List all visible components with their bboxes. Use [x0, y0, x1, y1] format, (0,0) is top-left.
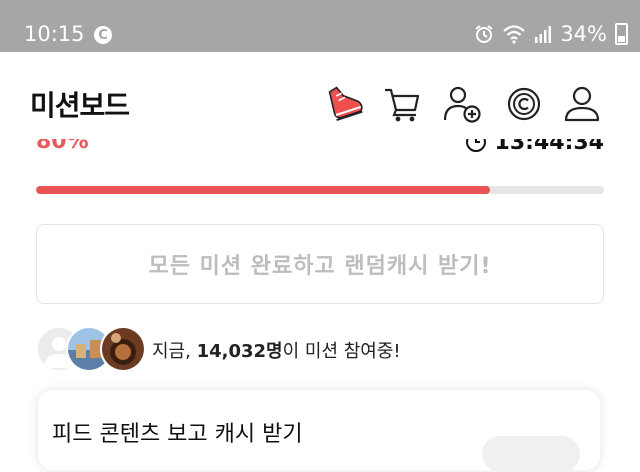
add-friend-icon[interactable]: [440, 82, 484, 126]
status-time: 10:15: [24, 22, 85, 46]
mission-card[interactable]: 피드 콘텐츠 보고 캐시 받기: [38, 390, 600, 472]
sneaker-icon[interactable]: [322, 82, 366, 126]
profile-icon[interactable]: [560, 82, 604, 126]
complete-all-missions-banner[interactable]: 모든 미션 완료하고 랜덤캐시 받기!: [36, 224, 604, 304]
signal-icon: [535, 26, 552, 43]
participant-avatars: [36, 326, 146, 372]
progress-percent: 80%: [36, 139, 89, 154]
wifi-icon: [503, 25, 526, 44]
timer-text: 13:44:34: [494, 139, 604, 155]
clock-icon: [465, 139, 486, 152]
app-header: 미션보드: [0, 52, 640, 148]
status-indicators: 34%: [474, 22, 628, 46]
page-title: 미션보드: [30, 89, 130, 122]
alarm-icon: [475, 25, 493, 43]
mission-action-button[interactable]: [482, 436, 580, 472]
progress-bar: [36, 186, 604, 194]
banner-text: 모든 미션 완료하고 랜덤캐시 받기!: [148, 254, 492, 279]
cart-icon[interactable]: [380, 82, 424, 126]
participant-count: 14,032명: [196, 341, 283, 362]
c-badge-icon: C: [94, 26, 112, 44]
coin-icon[interactable]: [502, 82, 546, 126]
avatar: [100, 326, 146, 372]
countdown-timer: 13:44:34: [465, 139, 604, 155]
battery-icon: [615, 23, 628, 45]
status-bar: 10:15 C 34%: [0, 0, 640, 52]
battery-percent: 34%: [560, 22, 607, 46]
mission-title: 피드 콘텐츠 보고 캐시 받기: [52, 422, 303, 447]
participants-text: 지금, 14,032명이 미션 참여중!: [152, 341, 401, 362]
progress-fill: [36, 186, 491, 194]
